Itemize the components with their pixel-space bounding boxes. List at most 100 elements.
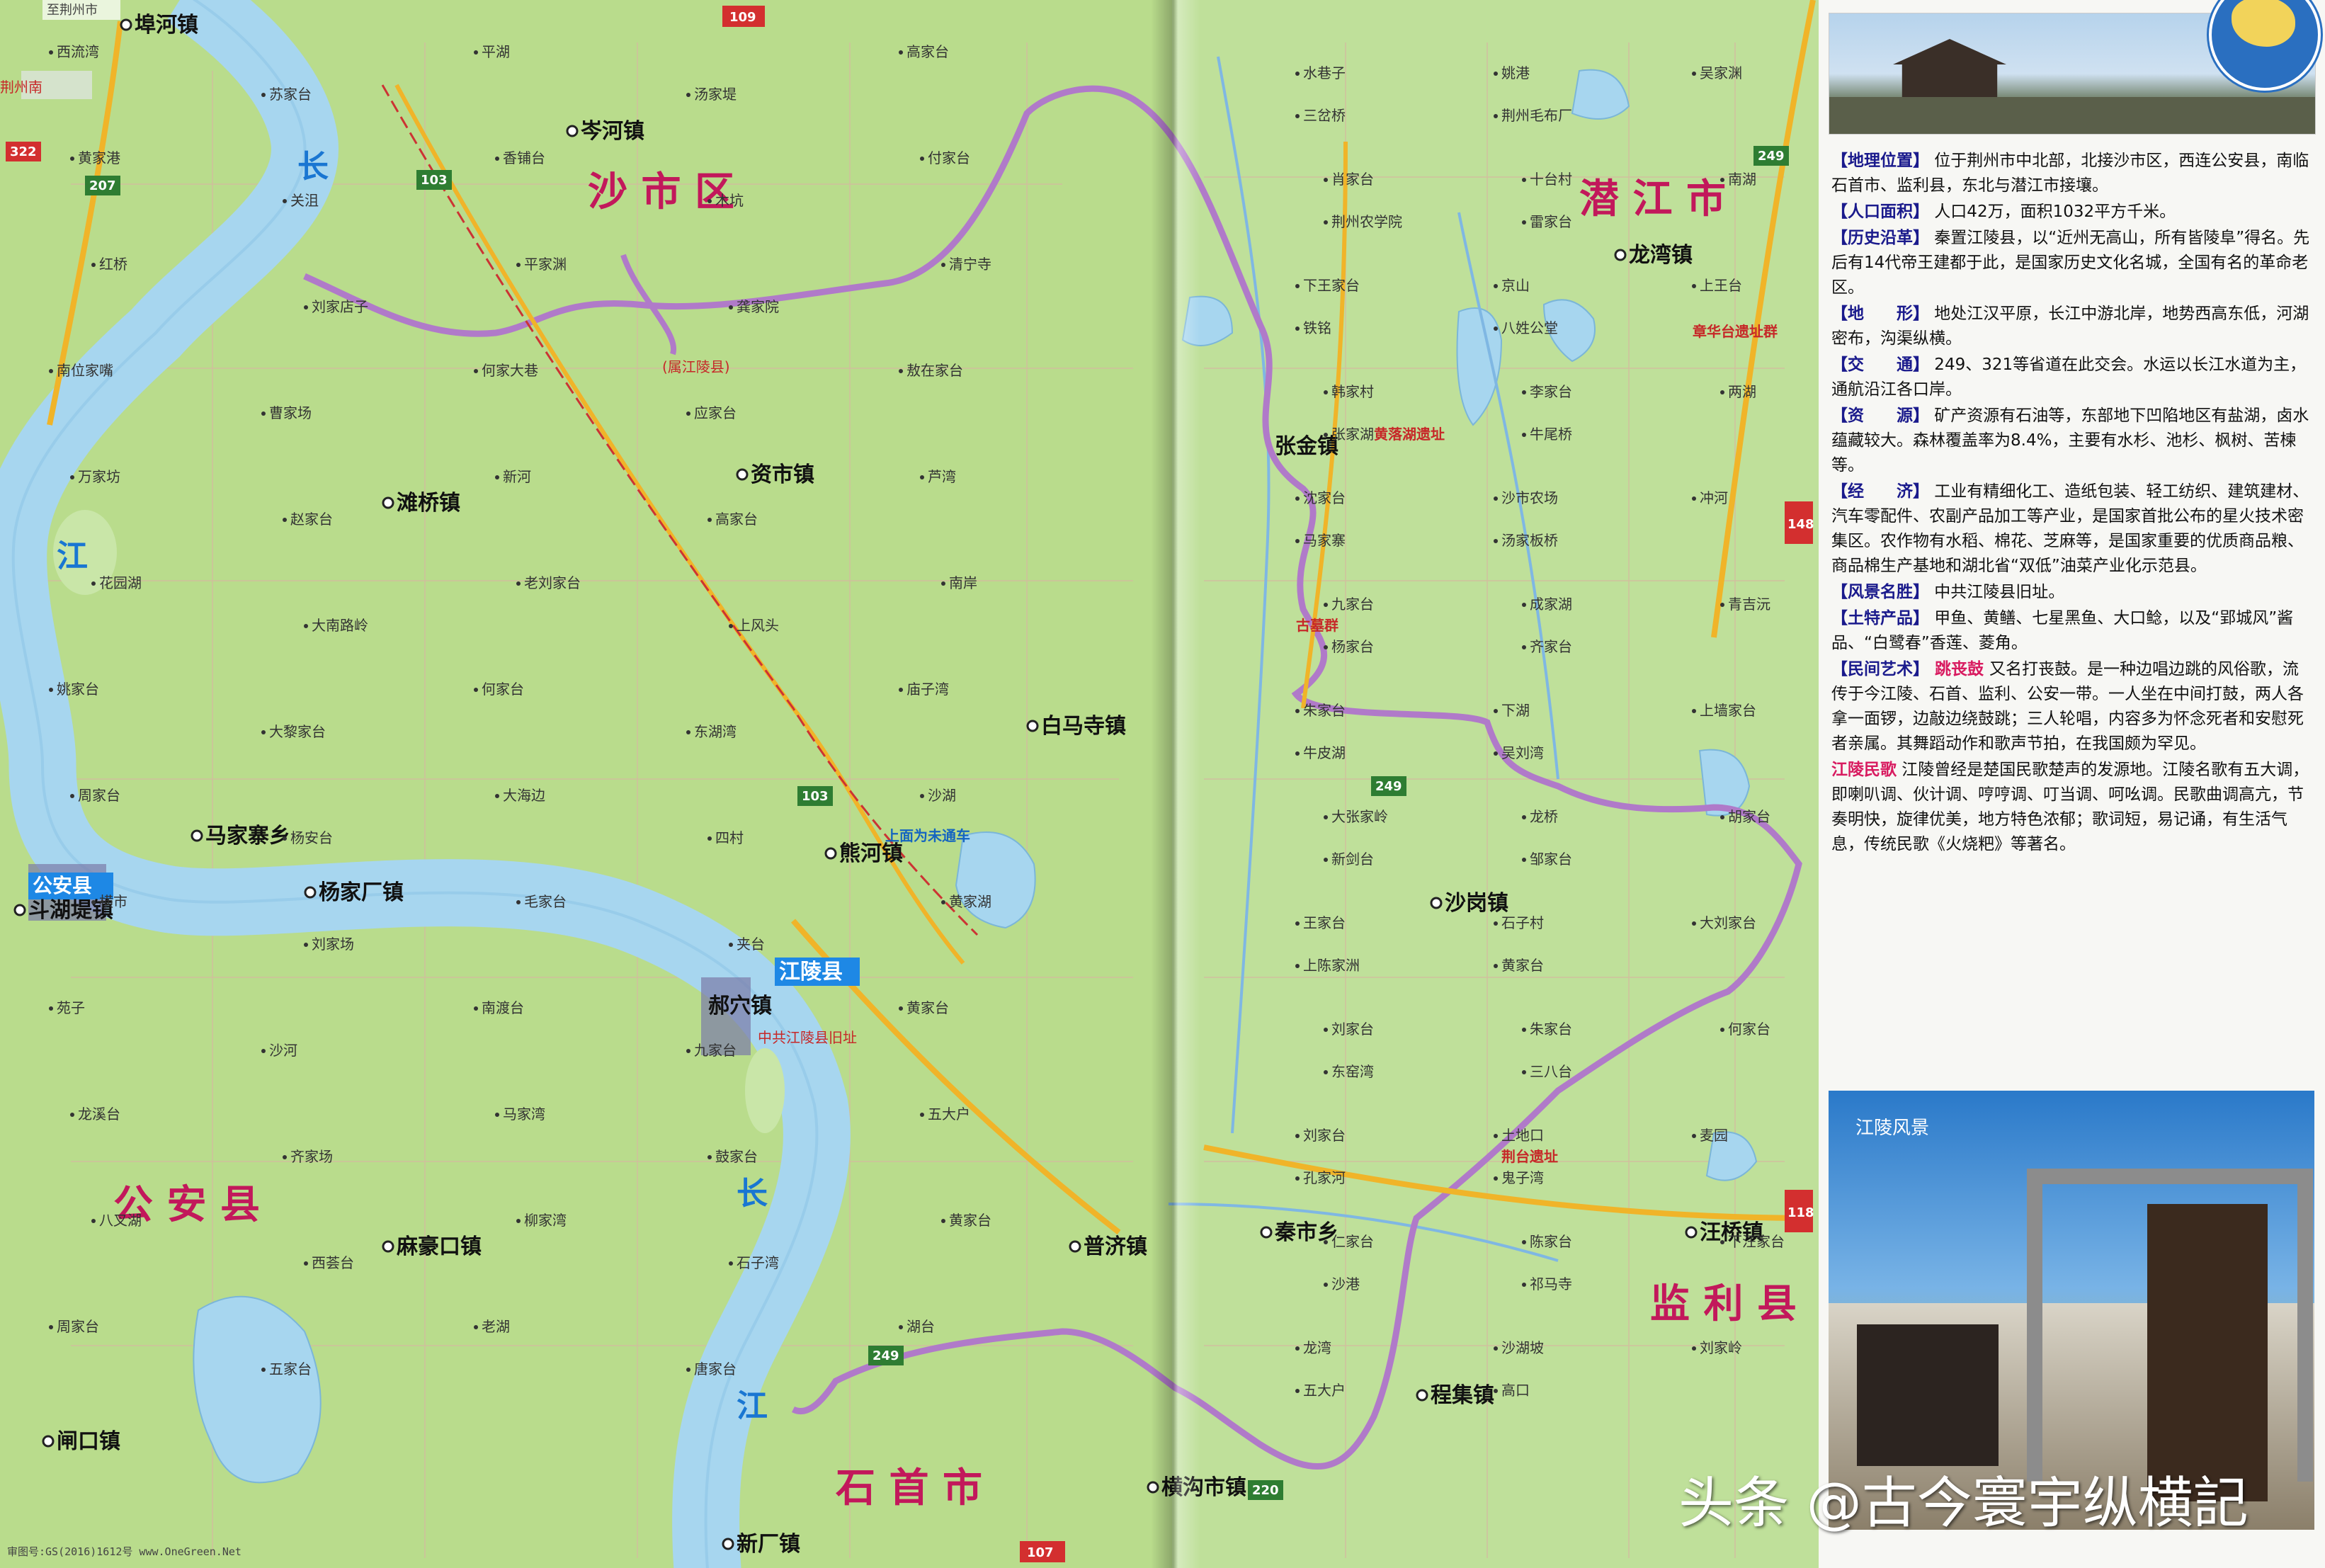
village-label: 姚港 xyxy=(1501,64,1530,81)
road-249-south: 249 xyxy=(872,1348,899,1363)
info-item: 【风景名胜】 中共江陵县旧址。 xyxy=(1831,580,2313,605)
village-label: 汤家板桥 xyxy=(1501,532,1558,549)
river-chang-2: 长 xyxy=(737,1176,768,1212)
town-marker xyxy=(723,1539,733,1549)
village-label: 应家台 xyxy=(694,404,737,421)
town-marker xyxy=(43,1436,53,1446)
road-103: 103 xyxy=(421,173,448,188)
village-marker xyxy=(495,794,499,798)
village-label: 敖在家台 xyxy=(906,362,963,379)
village-marker xyxy=(941,1219,945,1223)
zhanghua-label: 章华台遗址群 xyxy=(1693,323,1778,340)
village-marker xyxy=(1295,326,1300,331)
village-marker xyxy=(920,794,924,798)
village-label: 曹家场 xyxy=(269,404,312,421)
village-marker xyxy=(729,624,733,628)
town-marker xyxy=(1028,721,1038,731)
info-item: 江陵民歌 江陵曾经是楚国民歌楚声的发源地。江陵名歌有五大调，即喇叭调、伙计调、哼… xyxy=(1831,758,2313,857)
village-label: 新剑台 xyxy=(1331,851,1374,868)
village-label: 齐家台 xyxy=(1530,638,1572,655)
village-marker xyxy=(304,624,308,628)
village-marker xyxy=(70,1113,74,1117)
village-marker xyxy=(1720,603,1724,607)
village-marker xyxy=(261,730,266,734)
village-label: 刘家场 xyxy=(312,936,354,953)
village-label: 鬼子湾 xyxy=(1501,1169,1544,1186)
info-text-body: 中共江陵县旧址。 xyxy=(1929,583,2064,601)
info-tag: 【经 济】 xyxy=(1831,482,1929,501)
shop-shape xyxy=(2147,1204,2268,1501)
village-marker xyxy=(729,943,733,947)
village-label: 黄家台 xyxy=(949,1212,991,1229)
village-marker xyxy=(1720,178,1724,182)
village-label: 大南路岭 xyxy=(312,617,368,634)
village-label: 柳家湾 xyxy=(524,1212,567,1229)
village-marker xyxy=(283,518,287,522)
village-marker xyxy=(899,369,903,373)
village-label: 木坑 xyxy=(715,192,744,209)
village-label: 沙湖坡 xyxy=(1501,1339,1544,1356)
town-label-major: 程集镇 xyxy=(1431,1383,1494,1408)
road-207: 207 xyxy=(89,178,116,193)
village-label: 京山 xyxy=(1501,277,1530,294)
shop-shape-2 xyxy=(1857,1324,1999,1466)
village-marker xyxy=(1324,1070,1328,1074)
village-label: 冲河 xyxy=(1700,489,1728,506)
village-marker xyxy=(1295,72,1300,76)
village-marker xyxy=(1494,284,1498,288)
village-marker xyxy=(920,157,924,161)
village-label: 青吉沅 xyxy=(1728,596,1770,613)
village-label: 沙河 xyxy=(269,1042,297,1059)
village-label: 沙港 xyxy=(1331,1276,1360,1293)
village-marker xyxy=(495,475,499,479)
village-label: 杨安台 xyxy=(290,829,333,846)
village-label: 大海边 xyxy=(503,787,545,804)
jingzhou-south-label: 荆州南 xyxy=(0,79,42,96)
village-label: 沙湖 xyxy=(928,787,956,804)
village-marker xyxy=(1295,114,1300,118)
village-marker xyxy=(1720,815,1724,819)
village-label: 铁铭 xyxy=(1303,319,1331,336)
village-marker xyxy=(707,1155,712,1159)
copyright: 审图号:GS(2016)1612号 www.OneGreen.Net xyxy=(7,1544,241,1559)
village-marker xyxy=(283,199,287,203)
village-label: 四村 xyxy=(715,829,744,846)
village-label: 平湖 xyxy=(482,43,510,60)
village-marker xyxy=(261,411,266,416)
village-label: 苑子 xyxy=(57,999,85,1016)
village-marker xyxy=(304,305,308,309)
village-marker xyxy=(941,900,945,904)
village-marker xyxy=(516,263,521,267)
village-label: 西流湾 xyxy=(57,43,99,60)
jingzhou-county-label: (属江陵县) xyxy=(662,358,730,375)
town-label-major: 埠河镇 xyxy=(135,13,198,38)
info-tag: 【历史沿革】 xyxy=(1831,229,1929,247)
village-label: 王家台 xyxy=(1303,914,1346,931)
village-label: 何家台 xyxy=(482,681,524,698)
village-label: 赵家台 xyxy=(290,511,333,528)
town-label-major: 滩桥镇 xyxy=(397,491,460,516)
road-148: 148 xyxy=(1787,517,1814,532)
village-marker xyxy=(1324,1240,1328,1244)
village-marker xyxy=(1494,1134,1498,1138)
village-label: 新河 xyxy=(503,468,531,485)
village-label: 东窑湾 xyxy=(1331,1063,1374,1080)
village-marker xyxy=(49,369,53,373)
village-label: 杨家台 xyxy=(1331,638,1374,655)
village-label: 下汪家台 xyxy=(1728,1233,1785,1250)
village-label: 龙湾 xyxy=(1303,1339,1331,1356)
village-label: 吴刘湾 xyxy=(1501,744,1544,761)
village-label: 花园湖 xyxy=(99,574,142,591)
village-marker xyxy=(70,475,74,479)
village-marker xyxy=(1295,1176,1300,1181)
village-marker xyxy=(474,1006,478,1011)
village-label: 雷家台 xyxy=(1530,213,1572,230)
village-marker xyxy=(686,1368,690,1372)
village-label: 五大户 xyxy=(1303,1382,1346,1399)
town-label-major: 杨家厂镇 xyxy=(319,880,404,905)
village-marker xyxy=(474,369,478,373)
town-label-major: 岑河镇 xyxy=(581,119,644,144)
village-marker xyxy=(1522,1283,1526,1287)
village-marker xyxy=(1692,1346,1696,1351)
info-item: 【人口面积】 人口42万，面积1032平方千米。 xyxy=(1831,200,2313,225)
